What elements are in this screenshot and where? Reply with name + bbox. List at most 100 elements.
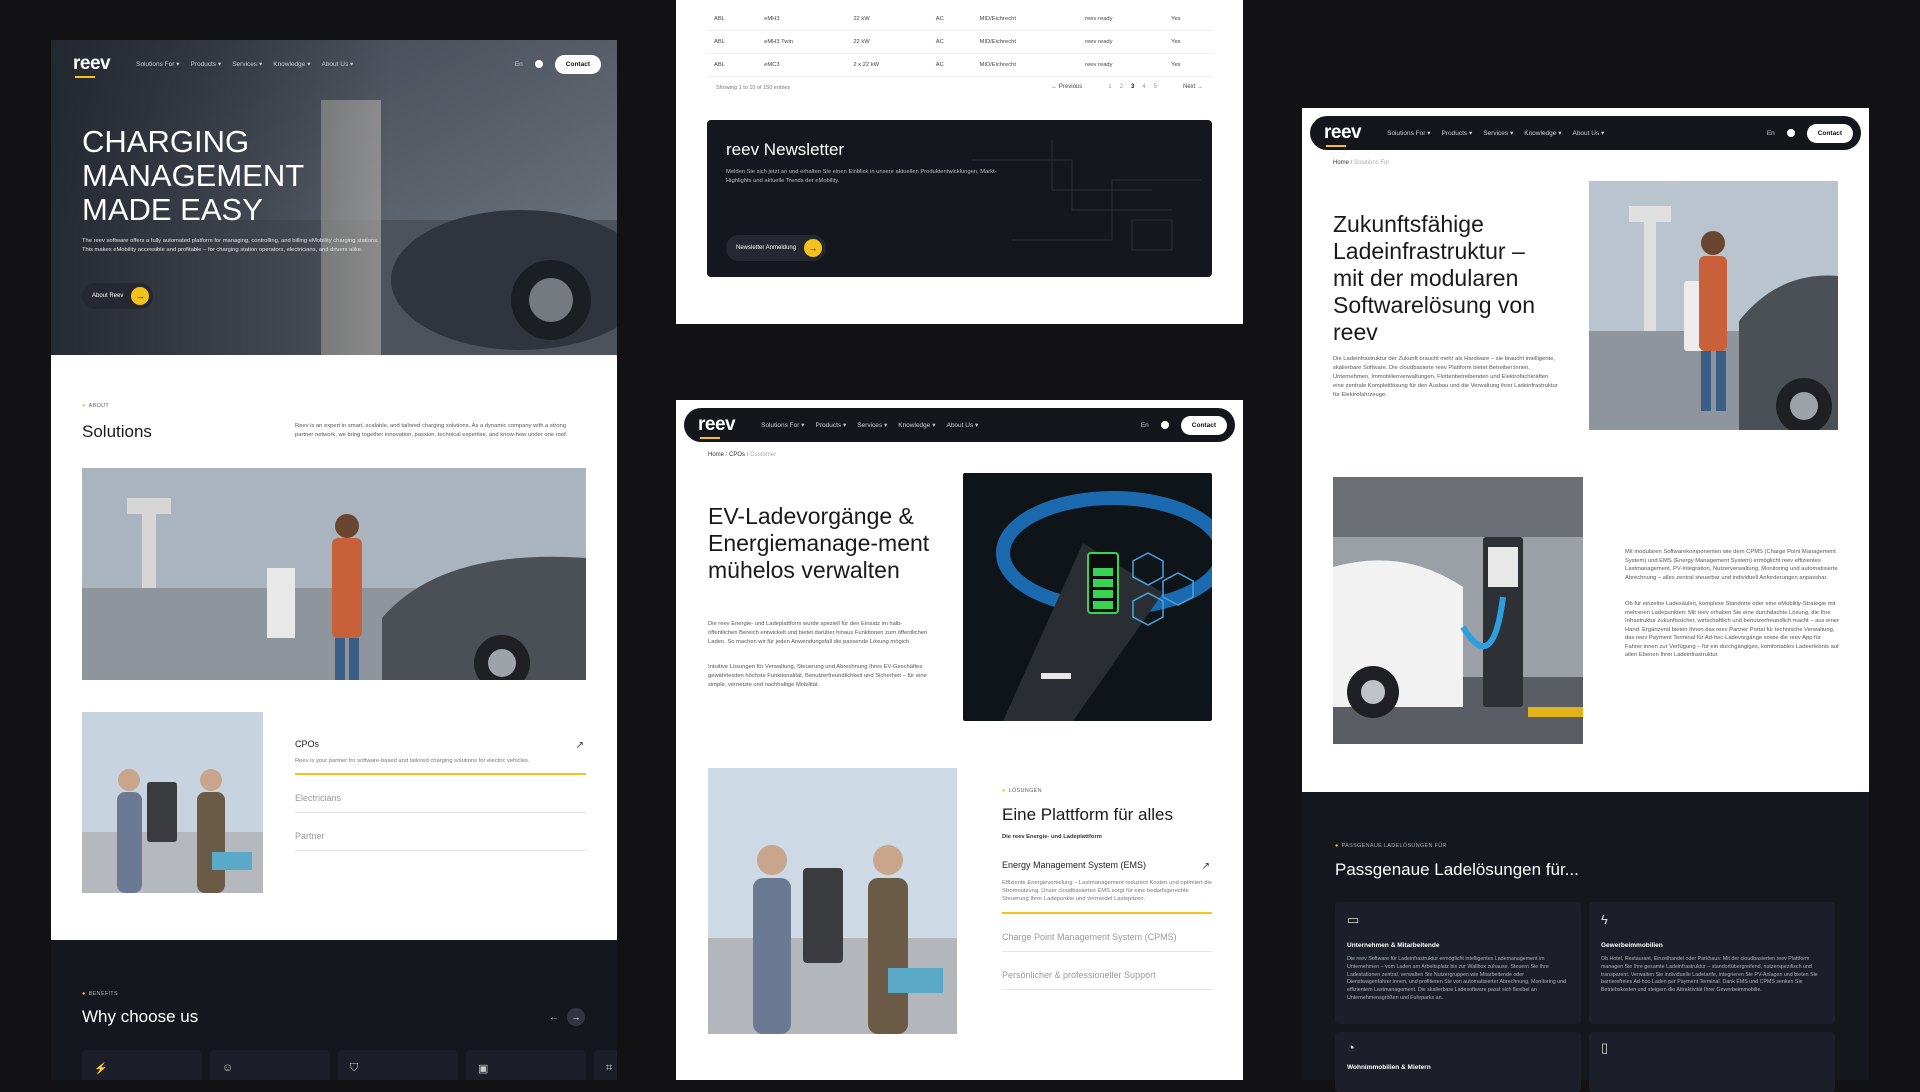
bolt-icon: ⚡ [94, 1063, 108, 1075]
card-residential[interactable]: ◔ Wohnimmobilien & Mietern [1335, 1032, 1581, 1092]
monitor-icon: ▭ [1347, 912, 1360, 927]
benefits-section: BENEFITS Why choose us ← → ⚡ ☺ ⛉ ▣ ⌗ [51, 940, 617, 1080]
tab-electricians[interactable]: Electricians [295, 775, 586, 813]
nav-menu: Solutions For Products Services Knowledg… [761, 421, 978, 429]
table-row: ABL eMH3 Twin 22 kW AC MID/Eichrecht reev rea… [708, 30, 1212, 54]
table-row: ABL eMH3 22 kW AC MID/Eichrecht reev ready Yes [708, 8, 1212, 31]
nav-products[interactable]: Products [815, 421, 846, 429]
nav-services[interactable]: Services [232, 60, 262, 68]
benefit-card-4[interactable]: ▣ [466, 1050, 586, 1080]
table-cell: reev ready [1079, 8, 1166, 31]
newsletter-button[interactable]: Newsletter Anmeldung → [726, 235, 827, 261]
contact-button[interactable]: Contact [1806, 123, 1853, 143]
tab-ems[interactable]: Energy Management System (EMS) ↗ Effizie… [1002, 851, 1212, 914]
tab-cpms[interactable]: Charge Point Management System (CPMS) [1002, 914, 1212, 952]
next-page-button[interactable]: Next → [1183, 84, 1203, 90]
nav-solutions[interactable]: Solutions For [761, 421, 804, 429]
crumb-cpos[interactable]: CPOs [729, 452, 745, 458]
reev-logo[interactable]: reev [73, 53, 111, 78]
newsletter-text: Melden Sie sich jetzt an und erhalten Si… [726, 169, 997, 184]
card-residential-title: Wohnimmobilien & Mietern [1347, 1064, 1431, 1071]
platform-tabs: Energy Management System (EMS) ↗ Effizie… [1002, 851, 1212, 990]
bulb-icon: ◔ [1347, 1040, 1355, 1055]
cpo-image [82, 712, 263, 893]
tab-cpos-label: CPOs [295, 739, 320, 749]
tab-support[interactable]: Persönlicher & professioneller Support [1002, 952, 1212, 990]
audience-tabs: CPOs ↗ Reev is your partner for software… [295, 730, 586, 851]
next-arrow-icon[interactable]: → [567, 1008, 585, 1026]
table-cell: reev ready [1079, 30, 1166, 54]
prev-page-button[interactable]: ← Previous [1051, 84, 1082, 90]
card-companies[interactable]: ▭ Unternehmen & Mitarbeitende Die reev S… [1335, 902, 1581, 1024]
tab-ems-desc: Effiziente Energieverteilung – Lastmanag… [1002, 880, 1212, 902]
nav-knowledge[interactable]: Knowledge [1524, 129, 1561, 137]
table-cell: Yes [1165, 30, 1212, 54]
user-icon[interactable] [534, 60, 543, 68]
nav-solutions[interactable]: Solutions For [1387, 129, 1430, 137]
tab-partner[interactable]: Partner [295, 813, 586, 851]
breadcrumb: Home / CPOs / Customer [708, 452, 777, 458]
card-fourth[interactable]: ▯ [1589, 1032, 1835, 1092]
nav-products[interactable]: Products [190, 60, 221, 68]
page-2[interactable]: 2 [1120, 84, 1123, 90]
lang-select[interactable]: En [1141, 422, 1149, 429]
nav-services[interactable]: Services [857, 421, 887, 429]
nav-menu: Solutions For Products Services Knowledg… [1387, 129, 1604, 137]
lang-select[interactable]: En [515, 61, 523, 68]
nav-services[interactable]: Services [1483, 129, 1513, 137]
benefit-card-2[interactable]: ☺ [210, 1050, 330, 1080]
platform-title: Eine Plattform für alles [1002, 805, 1174, 824]
reev-logo[interactable]: reev [1324, 122, 1362, 147]
card-commercial[interactable]: ϟ Gewerbeimmobilien Ob Hotel, Restaurant… [1589, 902, 1835, 1024]
page-4[interactable]: 4 [1142, 84, 1145, 90]
newsletter-title: reev Newsletter [726, 140, 845, 159]
arrow-right-icon: → [804, 239, 823, 257]
contact-button[interactable]: Contact [1180, 415, 1227, 435]
arrow-up-right-icon: ↗ [575, 740, 584, 751]
breadcrumb: Home / Solutions For [1333, 160, 1390, 166]
about-reev-button[interactable]: About Reev → [82, 283, 154, 309]
hero-title: CHARGING MANAGEMENT MADE EASY [82, 124, 304, 227]
solutions-for-section: PASSGENAUE LADELÖSUNGEN FÜR Passgenaue L… [1302, 792, 1869, 1092]
page-5[interactable]: 5 [1154, 84, 1157, 90]
user-outline-icon: ☺ [222, 1062, 234, 1074]
nav-about[interactable]: About Us [1572, 129, 1604, 137]
contact-button[interactable]: Contact [554, 54, 601, 74]
charger-table: ABL eMH3 22 kW AC MID/Eichrecht reev ready Yes… [708, 8, 1212, 77]
table-cell: MID/Eichrecht [973, 53, 1080, 77]
solutions-for-eyebrow: PASSGENAUE LADELÖSUNGEN FÜR [1335, 843, 1447, 849]
table-cell: 2 x 22 kW [847, 53, 930, 77]
benefit-card-1[interactable]: ⚡ [82, 1050, 202, 1080]
prev-label: Previous [1058, 84, 1083, 90]
benefit-card-5[interactable]: ⌗ [594, 1050, 617, 1080]
table-cell: eMC3 [758, 53, 848, 77]
user-icon[interactable] [1786, 129, 1795, 137]
nav-products[interactable]: Products [1441, 129, 1472, 137]
nav-about[interactable]: About Us [946, 421, 978, 429]
about-reev-label: About Reev [92, 293, 124, 299]
page-1[interactable]: 1 [1108, 84, 1111, 90]
nav-knowledge[interactable]: Knowledge [898, 421, 935, 429]
nav-solutions[interactable]: Solutions For [136, 60, 179, 68]
nav-knowledge[interactable]: Knowledge [273, 60, 310, 68]
reev-logo[interactable]: reev [698, 414, 736, 439]
table-cell: MID/Eichrecht [973, 30, 1080, 54]
solutions-for-title: Passgenaue Ladelösungen für... [1335, 860, 1579, 879]
tab-cpos[interactable]: CPOs ↗ Reev is your partner for software… [295, 730, 586, 775]
user-icon[interactable] [1160, 421, 1169, 429]
main-nav: reev Solutions For Products Services Kno… [1310, 116, 1861, 150]
solutions-eyebrow: LÖSUNGEN [1002, 788, 1042, 794]
side-text-1: Mit modularen Softwarekomponenten wie de… [1625, 549, 1838, 581]
crumb-home[interactable]: Home [1333, 160, 1349, 166]
page-3[interactable]: 3 [1131, 84, 1134, 90]
prev-arrow-icon[interactable]: ← [549, 1012, 559, 1023]
shield-icon: ⛉ [350, 1062, 359, 1074]
nav-about[interactable]: About Us [321, 60, 353, 68]
lang-select[interactable]: En [1767, 130, 1775, 137]
benefit-card-3[interactable]: ⛉ [338, 1050, 458, 1080]
nav-menu: Solutions For Products Services Knowledg… [136, 60, 353, 68]
crumb-home[interactable]: Home [708, 452, 724, 458]
next-label: Next [1182, 84, 1196, 90]
airport-charging-image [1589, 181, 1838, 430]
parking-garage-image [1333, 477, 1583, 744]
